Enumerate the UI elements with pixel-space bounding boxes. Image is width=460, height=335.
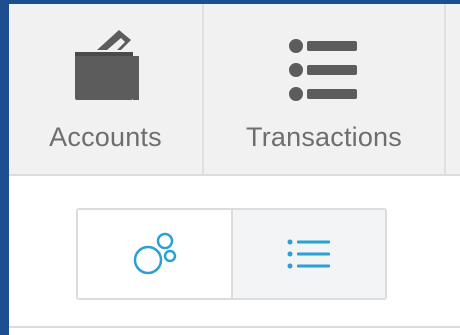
list-icon — [289, 39, 357, 101]
tab-accounts-label: Accounts — [49, 122, 162, 152]
tab-bar: Accounts Transactions — [9, 4, 460, 176]
app-frame: Accounts Transactions — [0, 0, 460, 335]
view-toggle — [76, 208, 387, 300]
list-icon — [287, 239, 330, 269]
tab-transactions[interactable]: Transactions — [204, 4, 446, 174]
list-view-button[interactable] — [233, 210, 385, 298]
tab-transactions-label: Transactions — [246, 122, 402, 152]
bubbles-icon — [133, 232, 176, 275]
divider — [9, 326, 460, 328]
bubble-view-button[interactable] — [78, 210, 233, 298]
tab-accounts[interactable]: Accounts — [9, 4, 204, 174]
wallet-icon — [74, 30, 139, 100]
